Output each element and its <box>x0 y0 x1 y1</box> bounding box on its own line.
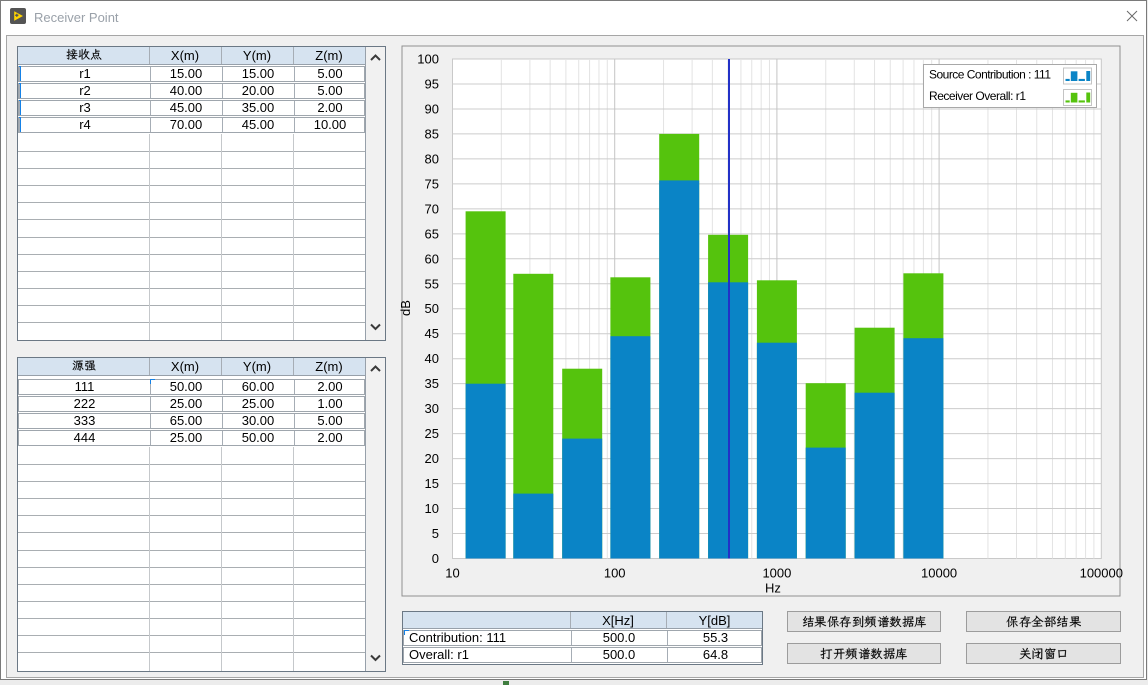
svg-text:55: 55 <box>425 276 439 291</box>
svg-text:10: 10 <box>445 566 459 581</box>
svg-text:0: 0 <box>432 551 439 566</box>
svg-text:95: 95 <box>425 77 439 92</box>
svg-text:20: 20 <box>425 451 439 466</box>
svg-text:80: 80 <box>425 151 439 166</box>
svg-text:65: 65 <box>425 226 439 241</box>
svg-text:35: 35 <box>425 376 439 391</box>
svg-text:10000: 10000 <box>921 566 957 581</box>
svg-text:Receiver Overall: r1: Receiver Overall: r1 <box>929 89 1026 103</box>
svg-text:75: 75 <box>425 176 439 191</box>
svg-text:1000: 1000 <box>762 566 791 581</box>
svg-text:10: 10 <box>425 501 439 516</box>
svg-text:45: 45 <box>425 326 439 341</box>
svg-text:dB: dB <box>398 300 413 316</box>
svg-text:90: 90 <box>425 101 439 116</box>
svg-text:100000: 100000 <box>1080 566 1123 581</box>
svg-text:85: 85 <box>425 126 439 141</box>
svg-text:100: 100 <box>604 566 626 581</box>
svg-text:30: 30 <box>425 401 439 416</box>
svg-text:40: 40 <box>425 351 439 366</box>
svg-text:5: 5 <box>432 526 439 541</box>
svg-text:50: 50 <box>425 301 439 316</box>
svg-text:100: 100 <box>417 52 439 67</box>
svg-text:15: 15 <box>425 476 439 491</box>
svg-text:60: 60 <box>425 251 439 266</box>
svg-text:Source Contribution : 111: Source Contribution : 111 <box>929 68 1051 82</box>
svg-text:25: 25 <box>425 426 439 441</box>
svg-text:Hz: Hz <box>765 581 781 596</box>
svg-text:70: 70 <box>425 201 439 216</box>
